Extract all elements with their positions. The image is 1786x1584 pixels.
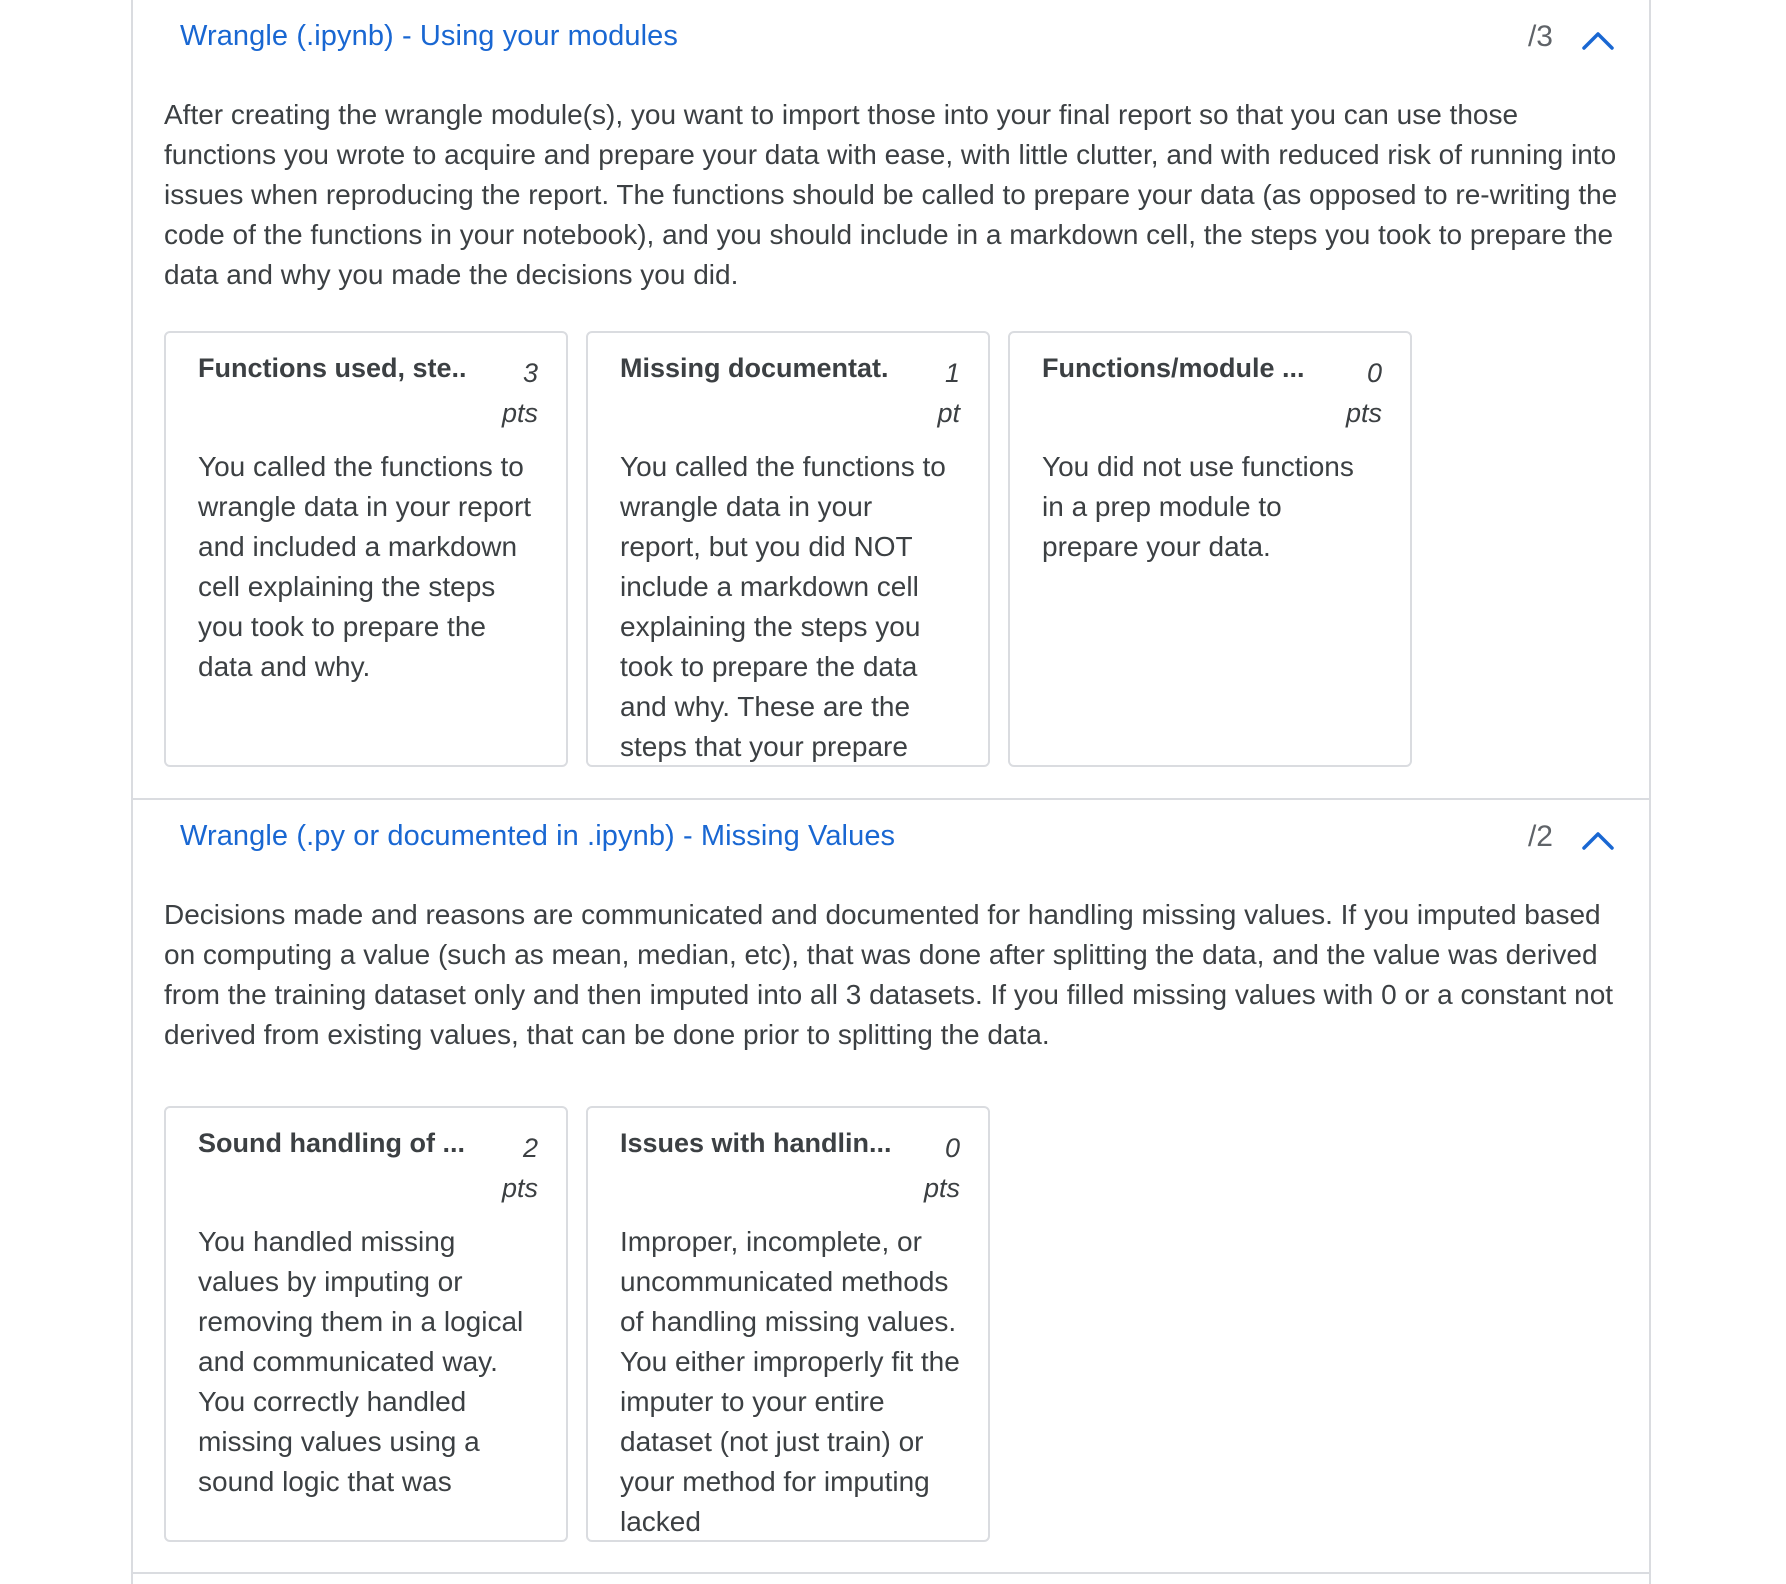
rating-card[interactable]: Functions/module ... 0 pts You did not u… bbox=[1008, 331, 1412, 767]
rating-description: You did not use functions in a prep modu… bbox=[1042, 451, 1354, 562]
rating-description: You handled missing values by imputing o… bbox=[198, 1226, 524, 1497]
rating-points-unit: pts bbox=[501, 398, 538, 428]
criterion-points: /3 bbox=[1527, 20, 1553, 53]
rating-description: You called the functions to wrangle data… bbox=[620, 451, 946, 762]
rating-points-value: 3 bbox=[522, 358, 538, 388]
rubric-panel: Wrangle (.ipynb) - Using your modules /3… bbox=[131, 0, 1651, 1584]
criterion-description: Decisions made and reasons are communica… bbox=[164, 899, 1614, 1050]
rating-points: 0 pts bbox=[1302, 353, 1382, 433]
criterion-title[interactable]: Wrangle (.ipynb) - Using your modules bbox=[180, 20, 678, 53]
collapse-button[interactable] bbox=[1573, 18, 1623, 62]
rating-points-value: 0 bbox=[1366, 358, 1382, 388]
rating-points-value: 0 bbox=[944, 1133, 960, 1163]
criterion-points: /2 bbox=[1527, 820, 1553, 853]
ratings-row: Functions used, ste... 3 pts You called … bbox=[164, 331, 1412, 767]
rating-description: You called the functions to wrangle data… bbox=[198, 451, 532, 682]
rating-points-value: 1 bbox=[944, 358, 960, 388]
rating-points-unit: pts bbox=[1345, 398, 1382, 428]
rating-title: Functions/module ... bbox=[1042, 353, 1305, 383]
rating-points: 3 pts bbox=[458, 353, 538, 433]
rating-title: Missing documentat... bbox=[620, 353, 890, 383]
criterion-title[interactable]: Wrangle (.py or documented in .ipynb) - … bbox=[180, 820, 895, 853]
chevron-up-icon bbox=[1582, 832, 1614, 850]
rating-points-value: 2 bbox=[522, 1133, 538, 1163]
rating-points-unit: pts bbox=[501, 1173, 538, 1203]
rating-title: Functions used, ste... bbox=[198, 353, 468, 383]
criterion-section: Wrangle (.ipynb) - Using your modules /3… bbox=[133, 0, 1649, 800]
rating-title: Issues with handlin... bbox=[620, 1128, 890, 1158]
chevron-up-icon bbox=[1582, 32, 1614, 50]
rating-card[interactable]: Missing documentat... 1 pt You called th… bbox=[586, 331, 990, 767]
ratings-row: Sound handling of ... 2 pts You handled … bbox=[164, 1106, 990, 1542]
criterion-description: After creating the wrangle module(s), yo… bbox=[164, 99, 1618, 290]
rating-points-unit: pt bbox=[937, 398, 960, 428]
rating-card[interactable]: Functions used, ste... 3 pts You called … bbox=[164, 331, 568, 767]
criterion-section: Wrangle (.py or documented in .ipynb) - … bbox=[133, 800, 1649, 1574]
rating-points: 1 pt bbox=[880, 353, 960, 433]
collapse-button[interactable] bbox=[1573, 818, 1623, 862]
rating-points-unit: pts bbox=[923, 1173, 960, 1203]
rating-card[interactable]: Issues with handlin... 0 pts Improper, i… bbox=[586, 1106, 990, 1542]
rating-points: 2 pts bbox=[458, 1128, 538, 1208]
rating-title: Sound handling of ... bbox=[198, 1128, 465, 1158]
rating-description: Improper, incomplete, or uncommunicated … bbox=[620, 1226, 960, 1537]
rating-points: 0 pts bbox=[880, 1128, 960, 1208]
rating-card[interactable]: Sound handling of ... 2 pts You handled … bbox=[164, 1106, 568, 1542]
